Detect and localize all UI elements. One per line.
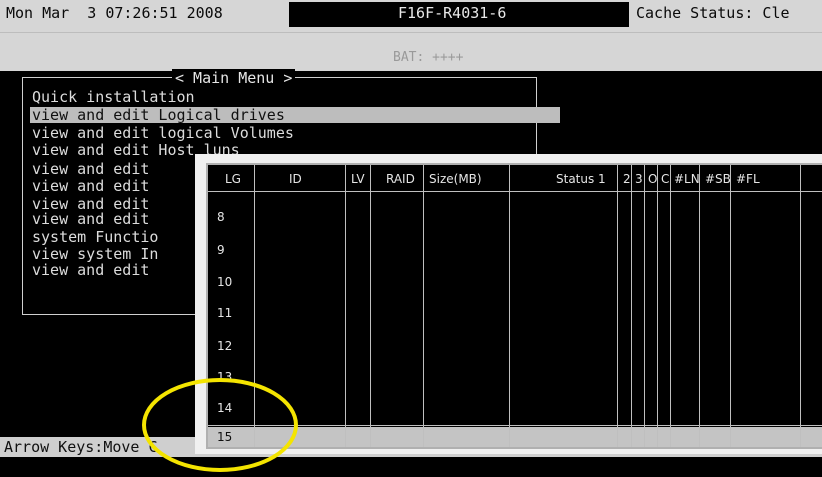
- col-header-lv: LV: [351, 172, 365, 186]
- col-header-status: Status 1: [556, 172, 606, 186]
- menu-item-label: view and edit Logical drives: [32, 106, 285, 124]
- col-divider: [345, 165, 346, 447]
- col-header-lg: LG: [225, 172, 241, 186]
- top-status-bar: Mon Mar 3 07:26:51 2008 F16F-R4031-6 Cac…: [0, 0, 822, 32]
- menu-item-logical-volumes[interactable]: view and edit logical Volumes: [32, 125, 294, 141]
- cache-status: Cache Status: Cle: [636, 4, 790, 22]
- col-divider: [423, 165, 424, 447]
- highlight-ellipse: [142, 378, 298, 472]
- menu-item-view-edit-10[interactable]: view and edit: [32, 262, 149, 278]
- col-header-3: 3: [635, 172, 643, 186]
- col-divider: [730, 165, 731, 447]
- lg-cell[interactable]: 12: [217, 339, 232, 353]
- main-menu-title: < Main Menu >: [172, 69, 296, 87]
- lg-cell[interactable]: 10: [217, 275, 232, 289]
- col-divider: [800, 165, 801, 447]
- col-header-sb: #SB: [705, 172, 731, 186]
- battery-status: BAT: ++++: [393, 50, 464, 65]
- col-header-2: 2: [623, 172, 631, 186]
- date-time: Mon Mar 3 07:26:51 2008: [6, 4, 223, 22]
- controller-name: F16F-R4031-6: [398, 4, 507, 22]
- col-divider: [631, 165, 632, 447]
- menu-item-view-edit-7[interactable]: view and edit: [32, 211, 149, 227]
- col-header-fl: #FL: [736, 172, 760, 186]
- col-divider: [699, 165, 700, 447]
- col-divider: [509, 165, 510, 447]
- col-divider: [370, 165, 371, 447]
- col-divider: [617, 165, 618, 447]
- menu-item-view-system-info[interactable]: view system In: [32, 246, 158, 262]
- lg-cell[interactable]: 9: [217, 243, 225, 257]
- col-divider: [657, 165, 658, 447]
- col-header-ln: #LN: [674, 172, 700, 186]
- menu-item-quick-installation[interactable]: Quick installation: [32, 89, 195, 105]
- sub-status-bar: BAT: ++++: [0, 32, 822, 71]
- menu-item-view-edit-4[interactable]: view and edit: [32, 161, 149, 177]
- col-header-size: Size(MB): [429, 172, 482, 186]
- menu-item-view-edit-5[interactable]: view and edit: [32, 178, 149, 194]
- col-divider: [644, 165, 645, 447]
- menu-item-logical-drives[interactable]: view and edit Logical drives: [30, 107, 560, 123]
- col-header-raid: RAID: [386, 172, 415, 186]
- lg-cell[interactable]: 8: [217, 210, 225, 224]
- lg-cell[interactable]: 11: [217, 306, 232, 320]
- col-divider: [670, 165, 671, 447]
- key-help-text: Arrow Keys:Move C: [4, 438, 158, 456]
- menu-item-system-functions[interactable]: system Functio: [32, 229, 158, 245]
- col-header-id: ID: [289, 172, 302, 186]
- col-header-c: C: [661, 172, 670, 186]
